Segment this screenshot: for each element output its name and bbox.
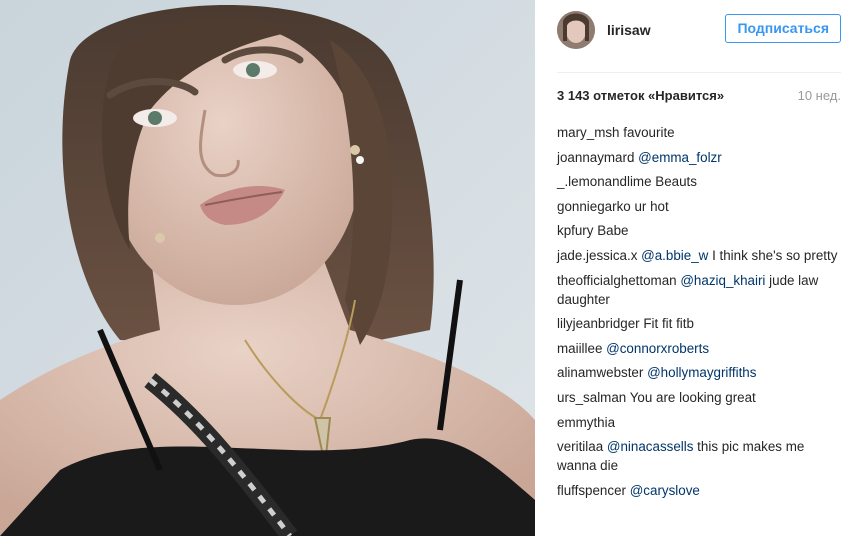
post-time[interactable]: 10 нед. <box>798 88 841 103</box>
post-side-panel: lirisaw Подписаться 3 143 отметок «Нрави… <box>535 0 847 536</box>
comment-username[interactable]: veritilaa <box>557 439 603 454</box>
comment-mention[interactable]: @connorxroberts <box>606 341 709 356</box>
comment-username[interactable]: urs_salman <box>557 390 626 405</box>
follow-button[interactable]: Подписаться <box>725 14 841 43</box>
comment-item: emmythia <box>557 413 839 432</box>
comment-username[interactable]: gonniegarko <box>557 199 631 214</box>
likes-count[interactable]: 3 143 отметок «Нравится» <box>557 88 724 103</box>
post-meta: 3 143 отметок «Нравится» 10 нед. <box>557 88 841 106</box>
comment-item: theofficialghettoman @haziq_khairi jude … <box>557 271 839 309</box>
post-photo[interactable] <box>0 0 535 536</box>
comment-text: ur hot <box>634 198 669 214</box>
comment-mention[interactable]: @haziq_khairi <box>680 273 765 288</box>
comment-text: You are looking great <box>629 389 756 405</box>
comment-item: gonniegarko ur hot <box>557 197 839 216</box>
comment-item: urs_salman You are looking great <box>557 388 839 407</box>
author-username[interactable]: lirisaw <box>607 22 651 38</box>
comment-username[interactable]: lilyjeanbridger <box>557 316 640 331</box>
comment-mention[interactable]: @ninacassells <box>607 439 694 454</box>
comment-username[interactable]: joannaymard <box>557 150 634 165</box>
avatar[interactable] <box>557 11 595 49</box>
comments-list: mary_msh favourite joannaymard @emma_folz… <box>557 123 839 505</box>
comment-text: Beauts <box>655 174 697 190</box>
comment-mention[interactable]: @emma_folzr <box>638 150 722 165</box>
comment-item: alinamwebster @hollymaygriffiths <box>557 363 839 382</box>
comment-username[interactable]: _.lemonandlime <box>557 174 652 189</box>
comment-item: maiillee @connorxroberts <box>557 339 839 358</box>
comment-username[interactable]: alinamwebster <box>557 365 643 380</box>
comment-mention[interactable]: @hollymaygriffiths <box>647 365 756 380</box>
comment-username[interactable]: theofficialghettoman <box>557 273 677 288</box>
comment-item: lilyjeanbridger Fit fit fitb <box>557 314 839 333</box>
comment-username[interactable]: mary_msh <box>557 125 620 140</box>
comment-item: fluffspencer @caryslove <box>557 481 839 500</box>
comment-item: mary_msh favourite <box>557 123 839 142</box>
comment-text: I think she's so pretty <box>712 247 838 263</box>
comment-item: veritilaa @ninacassells this pic makes m… <box>557 437 839 475</box>
comment-mention[interactable]: @a.bbie_w <box>641 248 708 263</box>
comment-username[interactable]: fluffspencer <box>557 483 626 498</box>
comment-text: favourite <box>623 125 675 140</box>
comment-username[interactable]: maiillee <box>557 341 602 356</box>
comment-username[interactable]: emmythia <box>557 415 615 430</box>
selfie-image <box>0 0 535 536</box>
post-header: lirisaw Подписаться <box>557 10 841 50</box>
comment-item: joannaymard @emma_folzr <box>557 148 839 167</box>
comment-mention[interactable]: @caryslove <box>630 483 700 498</box>
comment-item: jade.jessica.x @a.bbie_w I think she's s… <box>557 246 839 265</box>
comment-username[interactable]: kpfury <box>557 223 593 238</box>
comment-item: _.lemonandlime Beauts <box>557 172 839 191</box>
comment-username[interactable]: jade.jessica.x <box>557 248 637 263</box>
comment-text: Fit fit fitb <box>643 316 694 332</box>
comment-text: Babe <box>597 223 629 239</box>
instagram-post: lirisaw Подписаться 3 143 отметок «Нрави… <box>0 0 847 536</box>
header-divider <box>557 72 841 73</box>
comment-item: kpfury Babe <box>557 221 839 240</box>
avatar-image <box>557 11 595 49</box>
